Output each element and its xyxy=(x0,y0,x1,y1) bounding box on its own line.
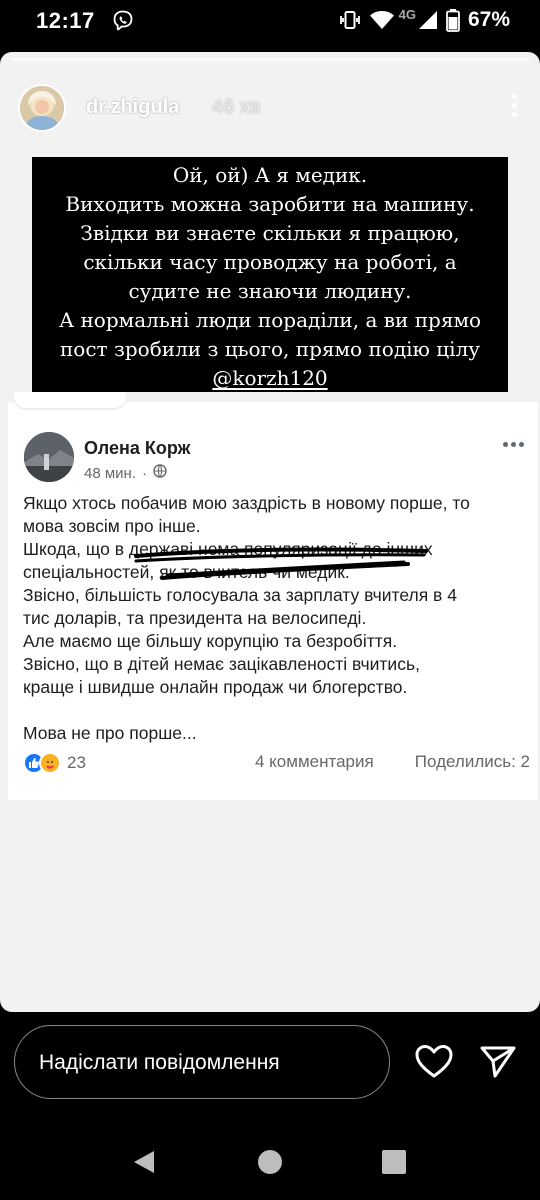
reactions-count: 23 xyxy=(67,753,86,772)
caption-line: Виходить можна заробити на машину. xyxy=(65,192,475,216)
post-line: мова зовсім про інше. xyxy=(23,516,201,536)
story-header: dr.zhigula 46 хв xyxy=(18,80,528,132)
mention-link[interactable]: @korzh120 xyxy=(32,364,508,393)
post-line: Але маємо ще більшу корупцію та безробіт… xyxy=(23,631,398,651)
reply-placeholder: Надіслати повідомлення xyxy=(39,1051,280,1074)
globe-icon xyxy=(153,464,167,482)
separator-dot: · xyxy=(142,464,147,482)
status-bar: 12:17 4G 67% xyxy=(0,0,540,42)
vibrate-icon xyxy=(339,9,361,31)
post-line: Мова не про порше... xyxy=(23,723,197,743)
post-line: спеціальностей, як то вчитель чи медик. xyxy=(23,562,350,582)
post-more-icon xyxy=(503,442,524,447)
post-line: тис доларів, та президента на велосипеді… xyxy=(23,608,367,628)
story-viewer[interactable]: dr.zhigula 46 хв Ой, ой) А я медик. Вихо… xyxy=(0,52,540,1012)
recents-icon[interactable] xyxy=(382,1150,406,1174)
post-line: Звісно, що в дітей немає зацікавленості … xyxy=(23,654,420,674)
avatar[interactable] xyxy=(18,84,66,132)
comments-count: 4 комментария xyxy=(255,752,374,771)
post-author-name: Олена Корж xyxy=(84,438,191,458)
network-label: 4G xyxy=(398,6,416,22)
story-caption: Ой, ой) А я медик. Виходить можна зароби… xyxy=(32,157,508,392)
caption-line: скільки часу проводжу на роботі, а xyxy=(83,250,457,274)
post-tab-edge xyxy=(14,392,126,408)
heart-icon[interactable] xyxy=(414,1042,454,1082)
battery-percent: 67% xyxy=(467,8,510,31)
shares-count: Поделились: 2 xyxy=(414,752,530,771)
caption-line: А нормальні люди порадiли, а ви прямо xyxy=(58,308,482,332)
status-time: 12:17 xyxy=(36,8,95,33)
post-line: Якщо хтось побачив мою заздрість в новом… xyxy=(23,493,470,513)
back-icon[interactable] xyxy=(130,1148,158,1176)
facebook-post-screenshot: Олена Корж 48 мин. · Якщо хтось побачив … xyxy=(8,402,538,800)
caption-line: судите не знаючи людину. xyxy=(128,279,412,303)
post-author-avatar xyxy=(24,432,74,482)
caption-line: Ой, ой) А я медик. xyxy=(172,163,368,187)
story-username[interactable]: dr.zhigula xyxy=(86,96,179,119)
care-reaction-icon xyxy=(39,752,61,774)
post-meta: 48 мин. · xyxy=(84,464,167,482)
post-body: Якщо хтось побачив мою заздрість в новом… xyxy=(23,492,531,745)
more-options-icon[interactable] xyxy=(510,94,518,120)
viber-icon xyxy=(111,9,135,33)
story-time: 46 хв xyxy=(212,96,261,118)
status-icons: 4G 67% xyxy=(339,6,510,32)
send-icon[interactable] xyxy=(478,1042,518,1082)
wifi-icon xyxy=(369,9,395,31)
story-progress xyxy=(10,58,530,61)
post-time: 48 мин. xyxy=(84,464,136,482)
post-line-blank xyxy=(23,699,531,722)
home-icon[interactable] xyxy=(258,1150,282,1174)
post-footer: 23 4 комментария Поделились: 2 xyxy=(23,752,530,778)
battery-icon xyxy=(446,8,460,32)
post-line: Звісно, більшість голосувала за зарплату… xyxy=(23,585,457,605)
reactions: 23 xyxy=(23,752,86,774)
caption-line: пост зробили з цього, прямо подію цілу xyxy=(59,337,481,361)
post-line: краще і швидше онлайн продаж чи блогерст… xyxy=(23,677,408,697)
reply-input[interactable]: Надіслати повідомлення xyxy=(14,1025,390,1099)
caption-line: Звідки ви знаєте скільки я працюю, xyxy=(80,221,460,245)
signal-icon xyxy=(418,9,438,31)
post-line: Шкода, що в державі нема популяризації д… xyxy=(23,539,433,559)
